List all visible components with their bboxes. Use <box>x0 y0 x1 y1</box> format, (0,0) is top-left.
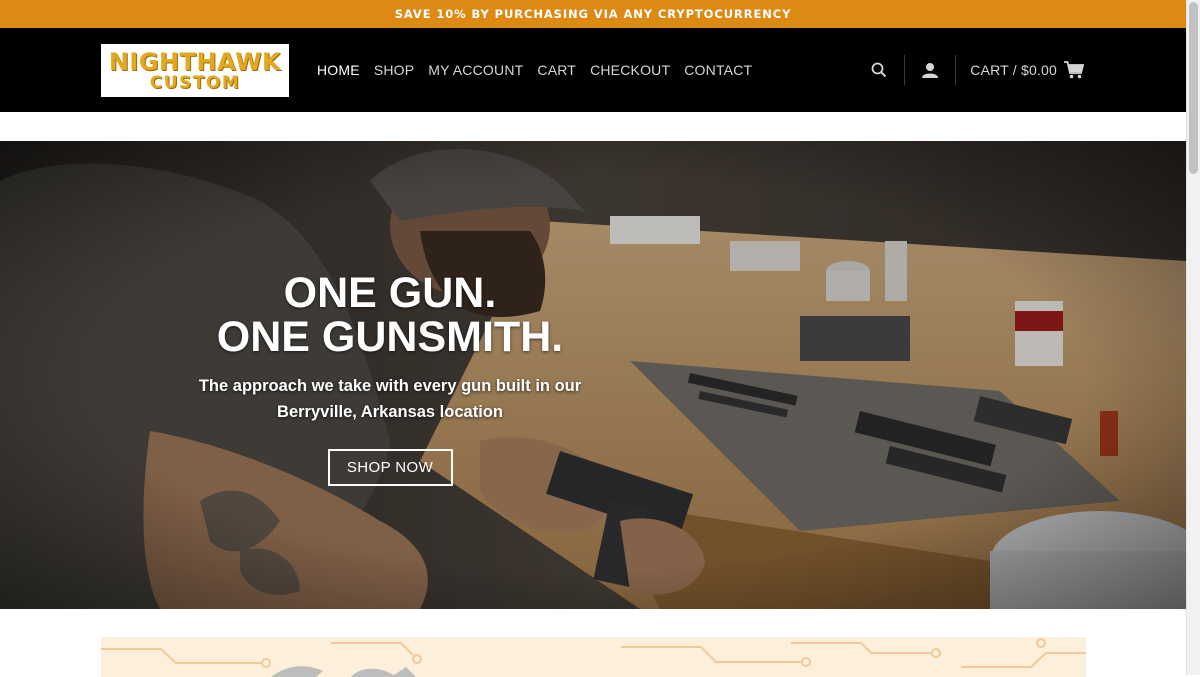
promo-text: SAVE 10% BY PURCHASING VIA ANY CRYPTOCUR… <box>394 7 792 21</box>
site-logo[interactable]: NIGHTHAWK CUSTOM <box>101 44 289 97</box>
search-icon[interactable] <box>868 59 890 81</box>
scrollbar-thumb[interactable] <box>1189 2 1198 174</box>
nav-home[interactable]: HOME <box>317 62 360 78</box>
hero-title: ONE GUN. ONE GUNSMITH. <box>190 271 590 359</box>
shop-now-button[interactable]: SHOP NOW <box>327 449 453 486</box>
nav-shop[interactable]: SHOP <box>374 62 414 78</box>
hero-title-line1: ONE GUN. <box>283 269 497 317</box>
main-nav: HOME SHOP MY ACCOUNT CART CHECKOUT CONTA… <box>317 28 766 112</box>
cart-link[interactable]: CART / $0.00 <box>970 62 1057 78</box>
user-icon[interactable] <box>919 59 941 81</box>
hero-title-line2: ONE GUNSMITH. <box>216 313 564 361</box>
nav-contact[interactable]: CONTACT <box>684 62 752 78</box>
promo-bar: SAVE 10% BY PURCHASING VIA ANY CRYPTOCUR… <box>0 0 1186 28</box>
hero-banner: ONE GUN. ONE GUNSMITH. The approach we t… <box>0 141 1186 609</box>
nav-cart[interactable]: CART <box>537 62 576 78</box>
logo-line1: NIGHTHAWK <box>108 47 282 76</box>
header-divider <box>904 55 906 85</box>
header-actions: CART / $0.00 <box>868 28 1085 112</box>
nav-checkout[interactable]: CHECKOUT <box>590 62 670 78</box>
promo-banner-image[interactable] <box>101 637 1086 677</box>
nav-my-account[interactable]: MY ACCOUNT <box>428 62 523 78</box>
header-divider <box>955 55 957 85</box>
hero-subtitle-line2: Berryville, Arkansas location <box>277 403 503 421</box>
header-spacer <box>0 112 1186 141</box>
hero-subtitle: The approach we take with every gun buil… <box>190 373 590 425</box>
site-header: NIGHTHAWK CUSTOM HOME SHOP MY ACCOUNT CA… <box>0 28 1186 112</box>
logo-line2: CUSTOM <box>149 72 241 93</box>
hero-background-image <box>0 141 1186 609</box>
hero-subtitle-line1: The approach we take with every gun buil… <box>198 377 582 395</box>
shopping-cart-icon[interactable] <box>1063 59 1085 81</box>
page-scrollbar[interactable] <box>1186 0 1200 675</box>
circuit-pattern <box>101 638 1086 677</box>
hero-content: ONE GUN. ONE GUNSMITH. The approach we t… <box>190 271 590 486</box>
